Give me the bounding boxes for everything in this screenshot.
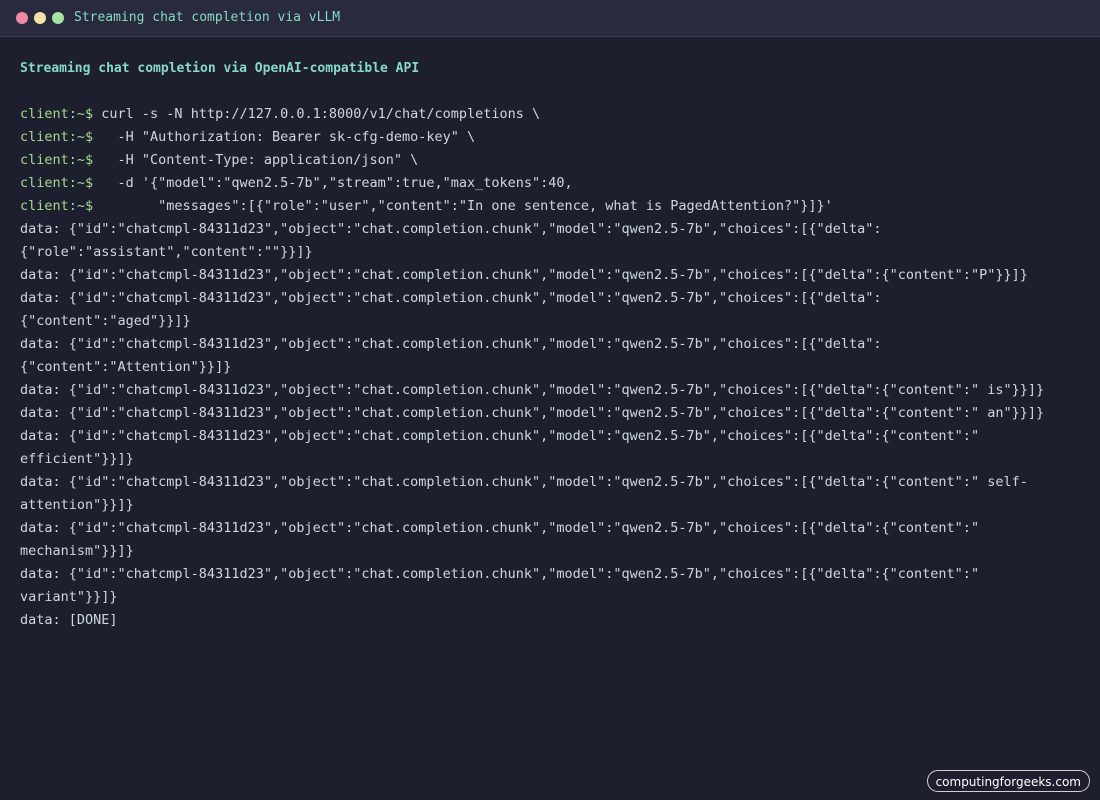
output-line: data: {"id":"chatcmpl-84311d23","object"…	[20, 221, 882, 260]
output-line: data: {"id":"chatcmpl-84311d23","object"…	[20, 566, 980, 605]
title-bar: Streaming chat completion via vLLM	[0, 0, 1100, 37]
output-line: data: {"id":"chatcmpl-84311d23","object"…	[20, 267, 1028, 283]
output-line: data: {"id":"chatcmpl-84311d23","object"…	[20, 405, 1045, 421]
output-line: data: {"id":"chatcmpl-84311d23","object"…	[20, 382, 1045, 398]
watermark-badge: computingforgeeks.com	[926, 770, 1090, 792]
maximize-window-button[interactable]	[52, 12, 64, 24]
output-line: data: {"id":"chatcmpl-84311d23","object"…	[20, 474, 1028, 513]
output-line: data: {"id":"chatcmpl-84311d23","object"…	[20, 290, 882, 329]
command-line: client:~$ -d '{"model":"qwen2.5-7b","str…	[20, 172, 1090, 195]
shell-prompt: client:~$	[20, 175, 94, 191]
command-line: client:~$ -H "Content-Type: application/…	[20, 149, 1090, 172]
command-text: "messages":[{"role":"user","content":"In…	[93, 198, 833, 214]
output-line: data: [DONE]	[20, 612, 118, 628]
command-line: client:~$ -H "Authorization: Bearer sk-c…	[20, 126, 1090, 149]
command-line: client:~$ curl -s -N http://127.0.0.1:80…	[20, 103, 1090, 126]
output-line: data: {"id":"chatcmpl-84311d23","object"…	[20, 428, 980, 467]
output-line: data: {"id":"chatcmpl-84311d23","object"…	[20, 520, 980, 559]
terminal-content[interactable]: Streaming chat completion via OpenAI-com…	[20, 57, 1090, 632]
shell-prompt: client:~$	[20, 129, 94, 145]
command-text: -d '{"model":"qwen2.5-7b","stream":true,…	[93, 175, 573, 191]
output-line: data: {"id":"chatcmpl-84311d23","object"…	[20, 336, 882, 375]
command-text: curl -s -N http://127.0.0.1:8000/v1/chat…	[93, 106, 541, 122]
terminal-heading: Streaming chat completion via OpenAI-com…	[20, 61, 420, 76]
terminal-window: Streaming chat completion via vLLM Strea…	[0, 0, 1100, 800]
minimize-window-button[interactable]	[34, 12, 46, 24]
command-text: -H "Content-Type: application/json" \	[93, 152, 419, 168]
shell-prompt: client:~$	[20, 198, 94, 214]
command-text: -H "Authorization: Bearer sk-cfg-demo-ke…	[93, 129, 476, 145]
shell-prompt: client:~$	[20, 106, 94, 122]
close-window-button[interactable]	[16, 12, 28, 24]
window-title: Streaming chat completion via vLLM	[74, 10, 341, 25]
shell-prompt: client:~$	[20, 152, 94, 168]
command-line: client:~$ "messages":[{"role":"user","co…	[20, 195, 1090, 218]
